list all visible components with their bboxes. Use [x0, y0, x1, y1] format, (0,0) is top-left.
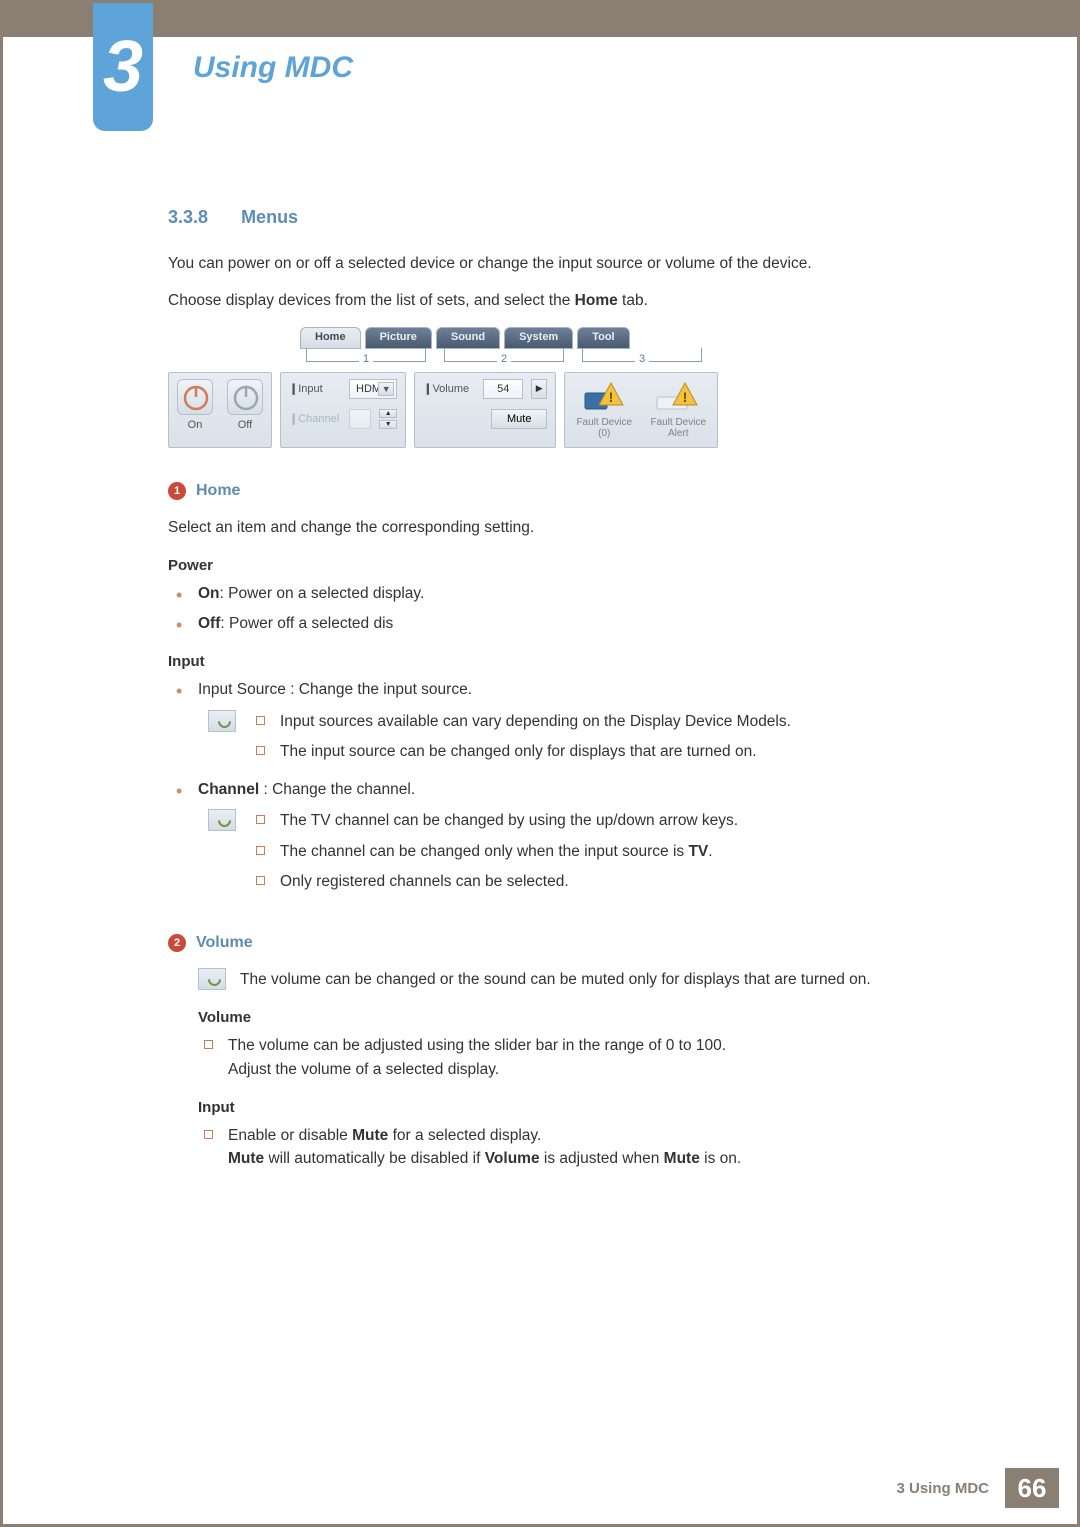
subsection-2-title: Volume — [196, 934, 253, 952]
power-on-button[interactable] — [177, 379, 213, 415]
volume-panel: ❙Volume 54 ▶ Mute — [414, 372, 556, 448]
input-panel: ❙Input HDMI1 ▼ ❙Channel ▲▼ — [280, 372, 406, 448]
intro-paragraph-2: Choose display devices from the list of … — [168, 289, 977, 312]
input2-list: Enable or disable Mute for a selected di… — [198, 1124, 977, 1171]
footer-label: 3 Using MDC — [896, 1480, 989, 1497]
tab-picture[interactable]: Picture — [365, 327, 432, 349]
power-off-label: Off — [227, 419, 263, 431]
chevron-down-icon: ▼ — [378, 382, 394, 396]
note-icon — [198, 968, 226, 990]
section-title: Menus — [241, 207, 298, 227]
list-item: Enable or disable Mute for a selected di… — [198, 1124, 977, 1171]
tab-system[interactable]: System — [504, 327, 573, 349]
fault-alert-icon: ! — [655, 379, 701, 413]
list-item: Only registered channels can be selected… — [250, 870, 977, 893]
tab-sound[interactable]: Sound — [436, 327, 500, 349]
channel-list: Channel : Change the channel. — [198, 778, 977, 801]
volume-value: 54 — [483, 379, 523, 399]
callout-3: 3 — [635, 353, 649, 365]
input-dropdown[interactable]: HDMI1 ▼ — [349, 379, 397, 399]
input2-heading: Input — [198, 1099, 977, 1116]
list-item: Input Source : Change the input source. — [198, 678, 977, 701]
section-number: 3.3.8 — [168, 207, 208, 227]
power-off-button[interactable] — [227, 379, 263, 415]
tab-home[interactable]: Home — [300, 327, 361, 349]
volume-list: The volume can be adjusted using the sli… — [198, 1034, 977, 1081]
list-item: Input sources available can vary dependi… — [250, 710, 977, 733]
chapter-title: Using MDC — [193, 51, 353, 85]
page-number: 66 — [1005, 1468, 1059, 1508]
mute-button[interactable]: Mute — [491, 409, 547, 429]
circle-2-icon: 2 — [168, 934, 186, 952]
power-on-label: On — [177, 419, 213, 431]
list-item: The volume can be adjusted using the sli… — [198, 1034, 977, 1081]
subsection-1-heading: 1 Home — [168, 482, 977, 500]
chapter-header: 3 Using MDC — [93, 3, 353, 131]
chapter-number: 3 — [93, 3, 153, 131]
fault-panel: ! Fault Device(0) ! Fault DeviceAlert — [564, 372, 718, 448]
list-item: Off: Power off a selected dis — [198, 612, 977, 635]
volume-top-info: The volume can be changed or the sound c… — [198, 968, 977, 991]
input-list: Input Source : Change the input source. — [198, 678, 977, 701]
channel-field — [349, 409, 371, 429]
volume-label: ❙Volume — [423, 382, 475, 395]
channel-label: ❙Channel — [289, 412, 341, 425]
mdc-ui-diagram: Home Picture Sound System Tool 1 2 3 — [168, 327, 708, 448]
sub1-intro: Select an item and change the correspond… — [168, 516, 977, 539]
input-info: Input sources available can vary dependi… — [208, 710, 977, 771]
circle-1-icon: 1 — [168, 482, 186, 500]
power-list: On: Power on a selected display. Off: Po… — [198, 582, 977, 636]
subsection-2-heading: 2 Volume — [168, 934, 977, 952]
input-heading: Input — [168, 653, 977, 670]
tab-tool[interactable]: Tool — [577, 327, 629, 349]
list-item: The TV channel can be changed by using t… — [250, 809, 977, 832]
power-heading: Power — [168, 557, 977, 574]
list-item: On: Power on a selected display. — [198, 582, 977, 605]
subsection-1-title: Home — [196, 482, 240, 500]
power-panel: On Off — [168, 372, 272, 448]
note-icon — [208, 809, 236, 831]
list-item: The input source can be changed only for… — [250, 740, 977, 763]
fault-device-icon: ! — [581, 379, 627, 413]
note-icon — [208, 710, 236, 732]
volume-sub-heading: Volume — [198, 1009, 977, 1026]
page-footer: 3 Using MDC 66 — [896, 1468, 1059, 1508]
volume-arrow-icon[interactable]: ▶ — [531, 379, 547, 399]
channel-spinner[interactable]: ▲▼ — [379, 409, 397, 429]
list-item: The channel can be changed only when the… — [250, 840, 977, 863]
svg-text:!: ! — [609, 389, 614, 405]
channel-info: The TV channel can be changed by using t… — [208, 809, 977, 900]
svg-text:!: ! — [683, 389, 688, 405]
list-item: Channel : Change the channel. — [198, 778, 977, 801]
intro-paragraph-1: You can power on or off a selected devic… — [168, 252, 977, 275]
callout-1: 1 — [359, 353, 373, 365]
input-label: ❙Input — [289, 382, 341, 395]
section-heading: 3.3.8 Menus — [168, 207, 977, 228]
callout-2: 2 — [497, 353, 511, 365]
